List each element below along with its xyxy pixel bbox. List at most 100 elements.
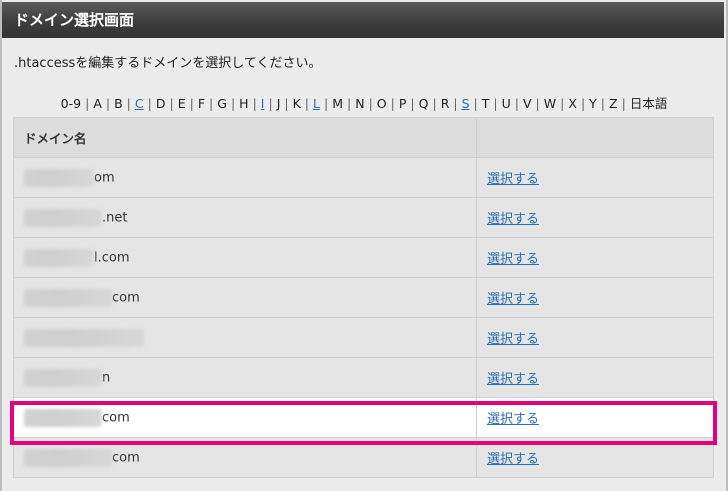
nav-separator: | (453, 96, 458, 111)
nav-separator: | (323, 96, 329, 111)
nav-separator: | (284, 96, 289, 111)
table-header-row: ドメイン名 (13, 117, 714, 158)
nav-separator: | (169, 96, 174, 111)
letter-index-nav: 0-9 | A | B | C | D | E | F | G | H | I | J | K | L | M | N | O | P | Q | R |… (0, 93, 728, 112)
nav-separator: | (473, 96, 478, 111)
nav-separator: | (304, 96, 310, 111)
letter-nav-b: B (114, 96, 123, 111)
letter-nav-m: M (332, 96, 343, 111)
action-cell: 選択する (476, 237, 714, 278)
nav-separator: | (560, 96, 565, 111)
domain-suffix: .net (102, 210, 128, 225)
select-domain-link[interactable]: 選択する (487, 252, 539, 267)
domain-suffix: l.com (94, 250, 130, 265)
letter-nav-q: Q (418, 96, 429, 111)
letter-nav-f: F (197, 96, 206, 111)
table-row: n 選択する (13, 357, 714, 398)
nav-separator: | (432, 96, 437, 111)
nav-separator: | (268, 96, 273, 111)
nav-separator: | (493, 96, 498, 111)
nav-separator: | (126, 96, 131, 111)
instruction-text: .htaccessを編集するドメインを選択してください。 (14, 56, 322, 71)
column-header-domain: ドメイン名 (13, 117, 477, 158)
nav-separator: | (252, 96, 257, 111)
letter-nav-g: G (217, 96, 227, 111)
redacted-domain (24, 368, 102, 387)
action-cell: 選択する (476, 277, 714, 318)
letter-nav-c[interactable]: C (135, 96, 144, 111)
domain-cell: .net (13, 197, 477, 238)
letter-nav-o: O (376, 96, 387, 111)
column-header-action (476, 117, 714, 158)
letter-nav-w: W (543, 96, 557, 111)
letter-nav-y: Y (589, 96, 597, 111)
letter-nav-t: T (481, 96, 490, 111)
table-row: com 選択する (13, 277, 714, 318)
redacted-domain (24, 408, 102, 427)
letter-nav-x: X (568, 96, 577, 111)
letter-nav-k: K (292, 96, 301, 111)
letter-nav-a: A (93, 96, 102, 111)
nav-separator: | (230, 96, 236, 111)
letter-nav-p: P (398, 96, 407, 111)
select-domain-link[interactable]: 選択する (487, 452, 539, 467)
nav-separator: | (147, 96, 152, 111)
select-domain-link[interactable]: 選択する (487, 172, 539, 187)
table-row: com 選択する (13, 397, 714, 438)
domain-cell: om (13, 157, 477, 198)
action-cell: 選択する (476, 157, 714, 198)
table-row: com 選択する (13, 437, 714, 478)
page-title: ドメイン選択画面 (2, 2, 724, 38)
table-row: l.com 選択する (13, 237, 714, 278)
redacted-domain (24, 448, 112, 467)
domain-cell (13, 317, 477, 358)
redacted-domain (24, 328, 144, 347)
letter-nav-l[interactable]: L (313, 96, 320, 111)
domain-cell: com (13, 277, 477, 318)
select-domain-link[interactable]: 選択する (487, 412, 539, 427)
domain-cell: com (13, 397, 477, 438)
select-domain-link[interactable]: 選択する (487, 332, 539, 347)
domain-suffix: com (112, 450, 140, 465)
letter-nav-h: H (239, 96, 249, 111)
domain-suffix: n (102, 370, 111, 385)
domain-table: ドメイン名 om 選択する .net 選択する l.com 選択する com 選択する 選択する… (13, 117, 714, 478)
letter-nav-japanese: 日本語 (629, 96, 668, 111)
letter-nav-r: R (440, 96, 450, 111)
nav-separator: | (580, 96, 586, 111)
nav-separator: | (209, 96, 214, 111)
domain-cell: n (13, 357, 477, 398)
action-cell: 選択する (476, 357, 714, 398)
letter-nav-v: V (522, 96, 532, 111)
redacted-domain (24, 208, 102, 227)
domain-cell: com (13, 437, 477, 478)
domain-suffix: com (102, 410, 130, 425)
nav-separator: | (390, 96, 395, 111)
action-cell: 選択する (476, 317, 714, 358)
letter-nav-n: N (355, 96, 365, 111)
domain-suffix: com (112, 290, 140, 305)
select-domain-link[interactable]: 選択する (487, 372, 539, 387)
nav-separator: | (410, 96, 415, 111)
nav-separator: | (85, 96, 90, 111)
nav-separator: | (105, 96, 111, 111)
table-row: om 選択する (13, 157, 714, 198)
nav-separator: | (600, 96, 606, 111)
action-cell: 選択する (476, 197, 714, 238)
select-domain-link[interactable]: 選択する (487, 292, 539, 307)
redacted-domain (24, 248, 94, 267)
nav-separator: | (347, 96, 352, 111)
domain-suffix: om (94, 170, 115, 185)
letter-nav-d: D (155, 96, 166, 111)
select-domain-link[interactable]: 選択する (487, 212, 539, 227)
letter-nav-z: Z (609, 96, 618, 111)
nav-separator: | (535, 96, 540, 111)
redacted-domain (24, 288, 112, 307)
nav-separator: | (514, 96, 519, 111)
action-cell: 選択する (476, 437, 714, 478)
letter-nav-u: U (501, 96, 511, 111)
letter-nav-i[interactable]: I (261, 96, 265, 111)
action-cell: 選択する (476, 397, 714, 438)
nav-separator: | (621, 96, 626, 111)
letter-nav-s[interactable]: S (462, 96, 470, 111)
